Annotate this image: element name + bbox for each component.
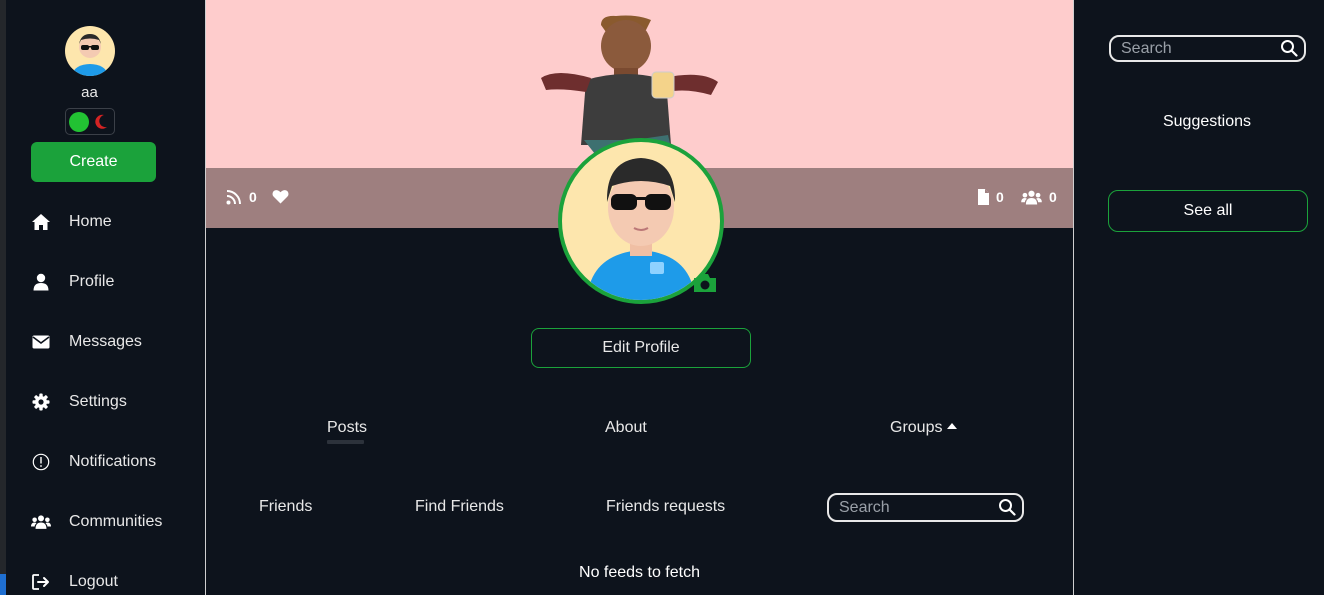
toggle-knob xyxy=(69,112,89,132)
sidebar-item-settings[interactable]: Settings xyxy=(31,387,201,417)
suggestions-title: Suggestions xyxy=(1162,113,1252,130)
friends-count: 0 xyxy=(1049,189,1057,205)
active-tab-indicator xyxy=(327,440,364,444)
heart-icon xyxy=(272,190,289,204)
rss-icon xyxy=(226,190,241,205)
logout-icon xyxy=(31,572,51,592)
sidebar-item-label: Logout xyxy=(69,573,118,590)
moon-icon xyxy=(95,114,107,129)
feeds-stat[interactable]: 0 xyxy=(226,189,257,205)
envelope-icon xyxy=(31,332,51,352)
home-icon xyxy=(31,212,51,232)
feeds-count: 0 xyxy=(249,189,257,205)
file-icon xyxy=(978,189,989,205)
tab-groups[interactable]: Groups xyxy=(890,419,958,437)
sidebar-item-label: Notifications xyxy=(69,453,157,470)
users-icon xyxy=(1021,190,1042,205)
profile-main: 0 0 0 Edit Profile Posts About Groups Fr… xyxy=(205,0,1074,595)
sidebar-item-label: Communities xyxy=(69,513,163,530)
friends-stat[interactable]: 0 xyxy=(1021,189,1057,205)
sidebar: aa Create Home Profile Messages Settings… xyxy=(6,0,205,595)
sidebar-item-label: Home xyxy=(69,213,112,230)
tab-groups-label: Groups xyxy=(890,419,943,436)
posts-count: 0 xyxy=(996,189,1004,205)
search-icon[interactable] xyxy=(1280,39,1298,57)
sidebar-item-home[interactable]: Home xyxy=(31,207,201,237)
username: aa xyxy=(81,84,98,101)
user-icon xyxy=(31,272,51,292)
subtab-friends-requests[interactable]: Friends requests xyxy=(606,498,725,516)
sidebar-item-communities[interactable]: Communities xyxy=(31,507,201,537)
sidebar-item-profile[interactable]: Profile xyxy=(31,267,201,297)
subtab-friends[interactable]: Friends xyxy=(259,498,312,516)
search-icon[interactable] xyxy=(998,498,1016,516)
likes-stat[interactable] xyxy=(272,189,289,204)
camera-icon[interactable] xyxy=(692,272,718,294)
edit-profile-button[interactable]: Edit Profile xyxy=(531,328,751,368)
global-search-input[interactable] xyxy=(1121,38,1271,60)
subtab-find-friends[interactable]: Find Friends xyxy=(415,498,504,516)
empty-feed-message: No feeds to fetch xyxy=(579,564,700,581)
friends-search xyxy=(827,493,1024,522)
posts-stat[interactable]: 0 xyxy=(977,189,1004,205)
see-all-button[interactable]: See all xyxy=(1108,190,1308,232)
sidebar-item-label: Profile xyxy=(69,273,115,290)
sidebar-item-messages[interactable]: Messages xyxy=(31,327,201,357)
right-panel: Suggestions See all xyxy=(1074,0,1324,595)
sidebar-item-logout[interactable]: Logout xyxy=(31,567,201,595)
global-search xyxy=(1109,35,1306,62)
sidebar-item-notifications[interactable]: Notifications xyxy=(31,447,201,477)
users-icon xyxy=(31,512,51,532)
caret-up-icon xyxy=(947,423,958,429)
tab-posts[interactable]: Posts xyxy=(327,419,367,437)
sidebar-item-label: Messages xyxy=(69,333,142,350)
exclamation-circle-icon xyxy=(31,452,51,472)
avatar[interactable] xyxy=(65,26,115,76)
create-button[interactable]: Create xyxy=(31,142,156,182)
friends-search-input[interactable] xyxy=(839,497,989,519)
tab-about[interactable]: About xyxy=(605,419,647,437)
gear-icon xyxy=(31,392,51,412)
theme-toggle[interactable] xyxy=(65,108,115,135)
sidebar-item-label: Settings xyxy=(69,393,127,410)
